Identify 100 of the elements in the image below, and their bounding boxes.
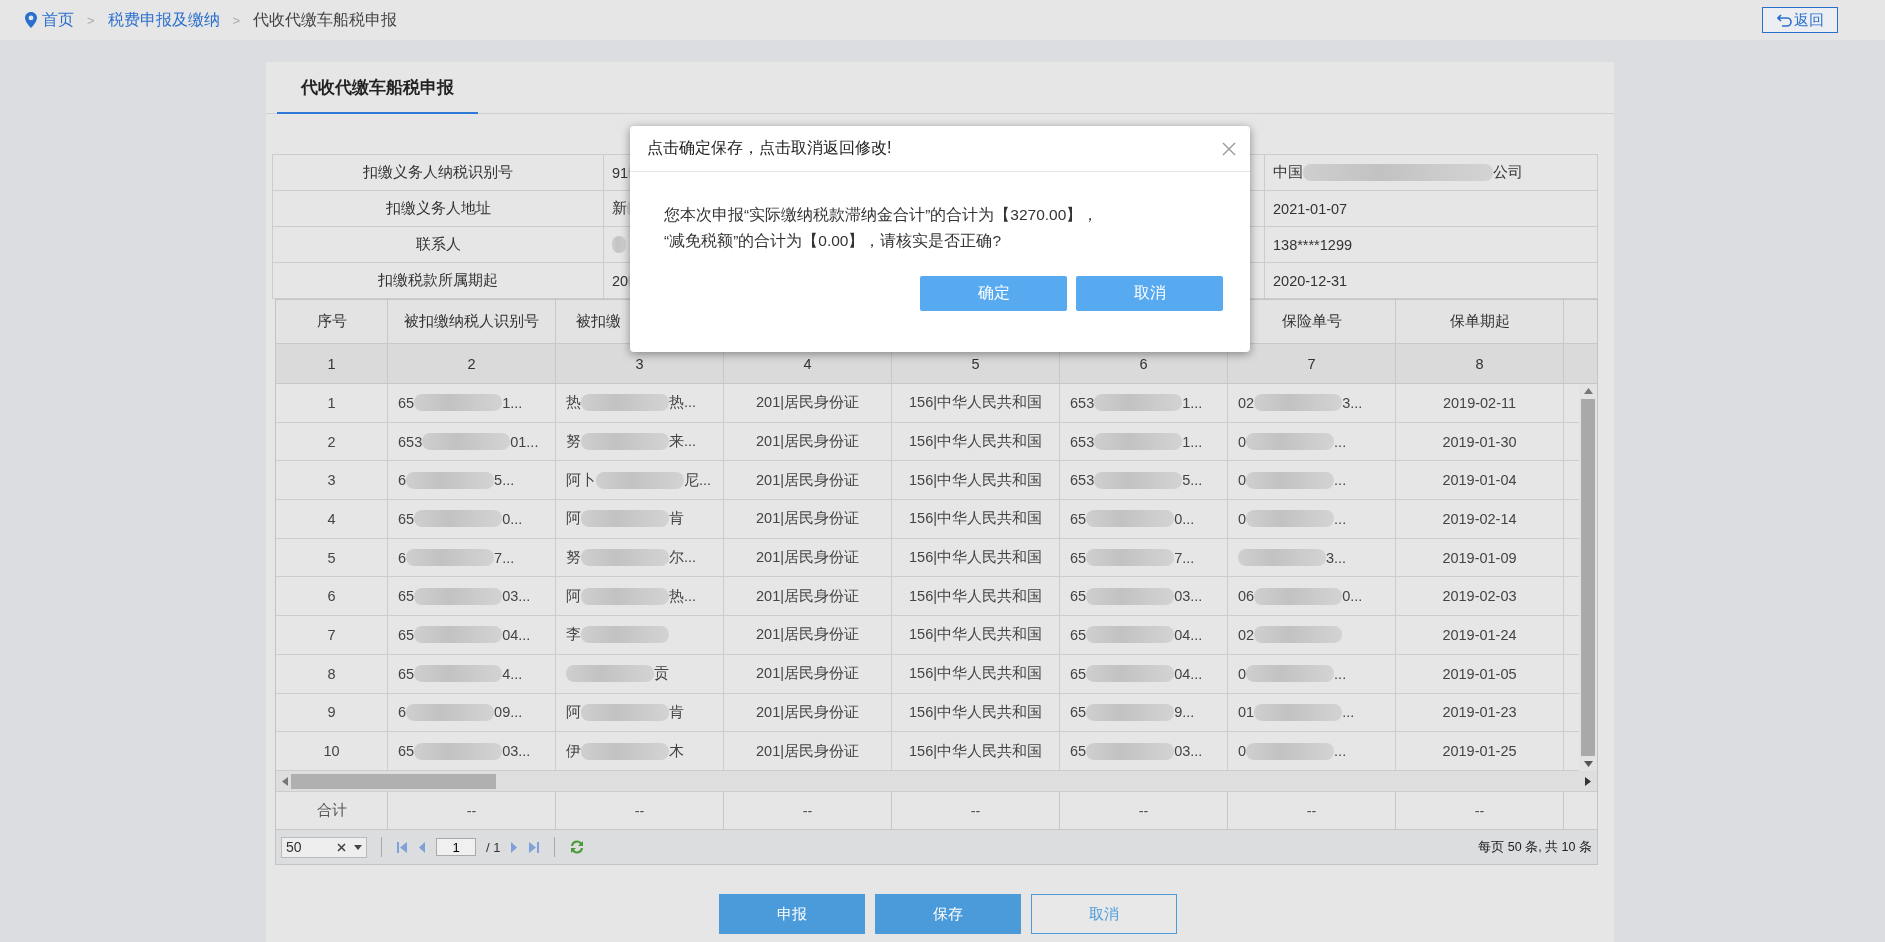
table-cell: 156|中华人民共和国 [909,432,1042,452]
dropdown-caret-icon[interactable] [354,844,362,850]
scroll-down-icon[interactable] [1583,761,1593,767]
table-cell: 0 [1238,433,1247,450]
table-cell: 04... [502,626,531,643]
table-cell: 653 [398,433,423,450]
page-size-select[interactable]: 50 [281,836,367,858]
breadcrumb-link[interactable]: 税费申报及缴纳 [107,9,220,31]
dialog-button[interactable]: 确定 [920,276,1067,311]
table-cell: 653 [1070,433,1095,450]
table-cell: 65 [398,626,415,643]
table-cell: 木 [669,741,684,761]
page-summary: 每页 50 条, 共 10 条 [1478,838,1592,856]
breadcrumb-separator: > [232,12,241,28]
table-cell: 7... [1174,549,1195,566]
refresh-icon[interactable] [569,839,586,855]
table-cell: 阿卜 [566,470,596,490]
horizontal-scrollbar[interactable] [276,771,1597,792]
column-number: 4 [803,355,812,372]
table-cell: 65 [398,510,415,527]
total-cell: -- [802,802,813,819]
field-value: 20 [612,272,629,289]
table-cell: 热 [566,393,581,413]
dialog-title: 点击确定保存，点击取消返回修改! [647,138,892,158]
table-cell: 3... [1342,394,1363,411]
table-cell: 热... [669,393,697,413]
table-cell: 03... [502,588,531,605]
table-cell: 1... [1182,394,1203,411]
table-cell: 5 [327,549,336,566]
redaction-mark [612,236,626,253]
table-cell: 0 [1238,743,1247,760]
table-cell: 201|居民身份证 [756,393,859,413]
field-value: 2020-12-31 [1273,272,1348,289]
column-number: 1 [327,355,336,372]
last-page-icon[interactable] [528,840,541,854]
total-cell: -- [1306,802,1317,819]
close-icon[interactable] [1222,141,1236,156]
table-cell: 65 [398,394,415,411]
table-cell: 65 [398,588,415,605]
table-cell: 1... [502,394,523,411]
field-value: 新 [612,199,627,218]
table-cell: 2019-01-04 [1442,472,1517,489]
breadcrumb-link[interactable]: 首页 [42,9,74,31]
table-cell: 201|居民身份证 [756,586,859,606]
table-cell: 李 [566,625,581,645]
breadcrumb-current: 代收代缴车船税申报 [253,9,398,30]
total-cell: -- [1138,802,1149,819]
page-tab[interactable]: 代收代缴车船税申报 [277,62,478,114]
table-cell: 3 [327,472,336,489]
scroll-right-icon[interactable] [1585,776,1591,786]
dialog-button[interactable]: 取消 [1076,276,1223,311]
table-cell: 201|居民身份证 [756,432,859,452]
action-button[interactable]: 申报 [719,894,865,934]
table-cell: 2019-02-11 [1442,394,1517,411]
table-cell: 2019-01-09 [1442,549,1517,566]
table-cell: 肯 [669,509,684,529]
table-cell: 7... [494,549,515,566]
table-cell: 201|居民身份证 [756,664,859,684]
scroll-up-icon[interactable] [1583,388,1593,394]
table-cell: 09... [494,704,523,721]
back-button[interactable]: 返回 [1762,7,1838,33]
table-cell: 阿 [566,509,581,529]
column-number: 6 [1139,355,1148,372]
table-cell: 3... [1326,549,1347,566]
field-label: 联系人 [273,227,604,263]
action-button[interactable]: 保存 [875,894,1021,934]
table-cell: 65 [398,743,415,760]
page-number-field[interactable]: 1 [436,838,476,856]
table-cell: 156|中华人民共和国 [909,393,1042,413]
previous-page-icon[interactable] [418,840,426,854]
table-cell: ... [1334,665,1347,682]
table-cell: ... [1334,510,1347,527]
table-cell: 156|中华人民共和国 [909,548,1042,568]
cancel-button[interactable]: 取消 [1031,894,1177,934]
table-cell: 1 [327,394,336,411]
table-cell: 努 [566,432,581,452]
table-cell: 156|中华人民共和国 [909,625,1042,645]
table-cell: 尔... [669,548,697,568]
table-cell: 653 [1070,394,1095,411]
scroll-left-icon[interactable] [282,776,288,786]
table-cell: 0 [1238,472,1247,489]
table-cell: 2019-01-24 [1442,626,1517,643]
table-cell: 201|居民身份证 [756,548,859,568]
field-label: 扣缴义务人纳税识别号 [273,155,604,191]
table-cell: 65 [1070,626,1087,643]
table-cell: 156|中华人民共和国 [909,586,1042,606]
column-header: 保单期起 [1449,312,1510,331]
table-cell: 2019-01-05 [1442,665,1517,682]
table-cell: 201|居民身份证 [756,702,859,722]
total-cell: -- [634,802,645,819]
first-page-icon[interactable] [396,840,408,854]
table-cell: 02 [1238,626,1255,643]
field-value: 91 [612,164,629,181]
clear-icon[interactable] [337,842,346,852]
next-page-icon[interactable] [510,840,519,854]
table-cell: 贡 [654,664,669,684]
table-cell: 6 [398,472,407,489]
table-cell: 04... [1174,665,1203,682]
table-cell: 65 [1070,743,1087,760]
total-cell: -- [466,802,477,819]
